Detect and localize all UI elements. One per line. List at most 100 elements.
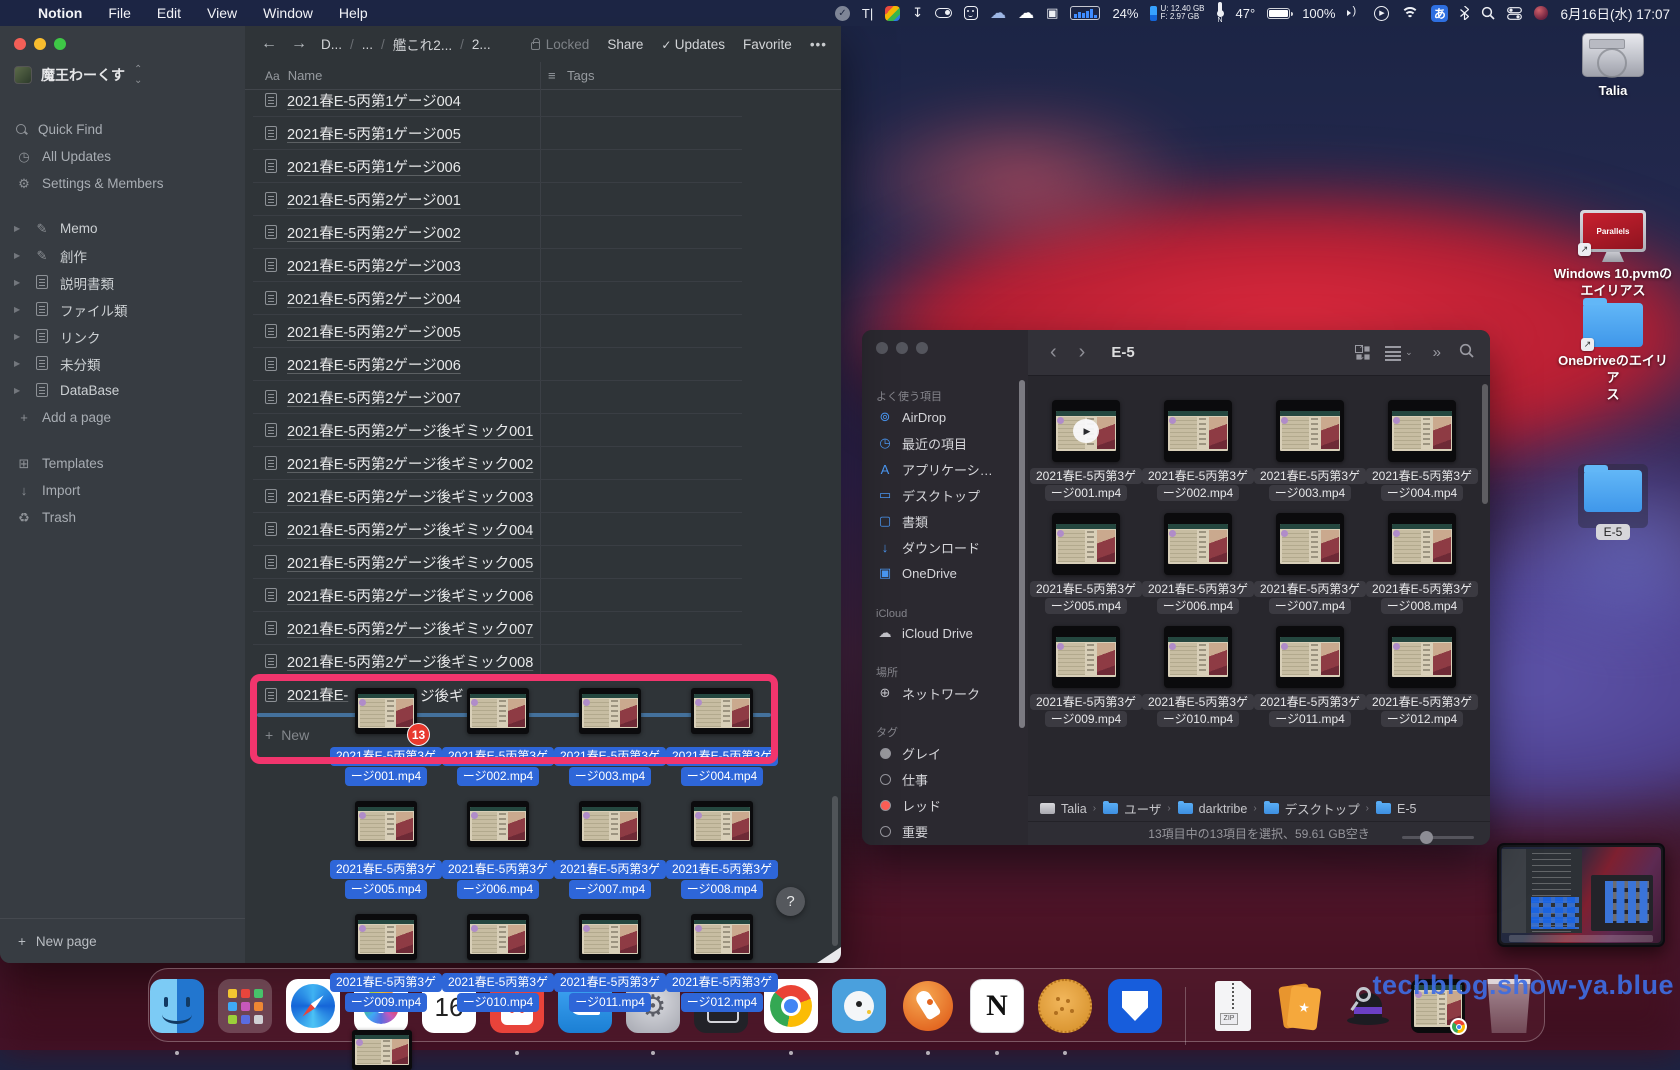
notion-table-row[interactable]: 2021春E-5丙第2ゲージ後ギミック001 (253, 414, 742, 447)
dock-finder-icon[interactable] (150, 979, 204, 1033)
updates-button[interactable]: ✓ Updates (661, 37, 725, 52)
cloud-app-icon[interactable]: ☁ (1018, 3, 1034, 23)
finder-file-item[interactable]: 2021春E-5丙第3ゲージ007.mp4 (1254, 505, 1366, 618)
finder-file-item[interactable]: 2021春E-5丙第3ゲージ003.mp4 (1254, 392, 1366, 505)
disclosure-triangle-icon[interactable]: ▶ (14, 278, 24, 287)
sidebar-utility-item[interactable]: ♻Trash (0, 504, 245, 531)
menu-clock[interactable]: 6月16日(水) 17:07 (1560, 3, 1670, 23)
finder-file-item[interactable]: 2021春E-5丙第3ゲージ009.mp4 (1030, 618, 1142, 731)
share-button[interactable]: Share (607, 37, 643, 52)
notion-table-row[interactable]: 2021春E-5丙第2ゲージ後ギミック006 (253, 579, 742, 612)
sidebar-page-item[interactable]: ▶ DataBase (0, 377, 245, 404)
notion-table-row[interactable]: 2021春E-5丙第2ゲージ001 (253, 183, 742, 216)
finder-file-item[interactable]: 2021春E-5丙第3ゲージ011.mp4 (1254, 618, 1366, 731)
sidebar-utility-item[interactable]: ↓Import (0, 477, 245, 504)
dock-tweetbot-icon[interactable] (832, 979, 886, 1033)
path-bar-item[interactable]: デスクトップ› (1264, 799, 1369, 818)
toggle-app-icon[interactable] (935, 8, 952, 18)
finder-file-item[interactable]: 2021春E-5丙第3ゲージ010.mp4 (1142, 618, 1254, 731)
search-icon[interactable] (1481, 6, 1495, 20)
dock-launchpad-icon[interactable] (218, 979, 272, 1033)
menu-item[interactable]: Help (339, 5, 368, 21)
locked-toggle[interactable]: Locked (531, 37, 590, 52)
sidebar-utility-item[interactable]: ⊞Templates (0, 450, 245, 477)
finder-sidebar-item[interactable]: ⊕ネットワーク (862, 680, 1028, 706)
finder-sidebar-item[interactable]: Aアプリケーシ… (862, 456, 1028, 482)
toolbar-more-icon[interactable]: » (1433, 344, 1439, 361)
onedrive-cloud-icon[interactable]: ☁ (990, 3, 1006, 23)
disclosure-triangle-icon[interactable]: ▶ (14, 386, 24, 395)
dragged-file-ghost[interactable]: 2021春E-5丙第3ゲージ005.mp4 (330, 795, 442, 908)
battery-icon[interactable] (1267, 8, 1290, 19)
notion-table-row[interactable]: 2021春E-5丙第1ゲージ004 (253, 84, 742, 117)
disclosure-triangle-icon[interactable]: ▶ (14, 305, 24, 314)
ime-input-badge[interactable]: あ (1431, 5, 1448, 22)
sidebar-page-item[interactable]: ▶ ✎ Memo (0, 215, 245, 242)
back-button[interactable]: ← (261, 35, 277, 53)
thermometer-icon[interactable]: N (1217, 2, 1224, 24)
finder-file-item[interactable]: 2021春E-5丙第3ゲージ006.mp4 (1142, 505, 1254, 618)
notion-table-row[interactable]: 2021春E-5丙第2ゲージ004 (253, 282, 742, 315)
notion-table-row[interactable]: 2021春E-5丙第2ゲージ006 (253, 348, 742, 381)
content-scrollbar[interactable] (1482, 384, 1488, 504)
dock-bitwarden-icon[interactable] (1108, 979, 1162, 1033)
icon-view-button[interactable]: ⌃⌄ (1355, 345, 1365, 360)
desktop-icon-onedrive-alias[interactable]: ↗ OneDriveのエイリアス (1553, 303, 1673, 403)
finder-sidebar-item[interactable]: ↓ダウンロード (862, 534, 1028, 560)
app-dot-icon[interactable] (1534, 6, 1548, 20)
icon-size-slider[interactable] (1402, 836, 1474, 839)
workspace-switcher[interactable]: 魔王わーくす ⌃⌄ (14, 64, 142, 86)
menu-item[interactable]: View (207, 5, 237, 21)
notion-table-row[interactable]: 2021春E-5丙第2ゲージ002 (253, 216, 742, 249)
screenshot-preview-thumbnail[interactable] (1497, 843, 1665, 947)
breadcrumb-item[interactable]: 2... (472, 37, 491, 52)
disclosure-triangle-icon[interactable]: ▶ (14, 251, 24, 260)
dragged-file-ghost[interactable]: 2021春E-5丙第3ゲージ007.mp4 (554, 795, 666, 908)
more-options-icon[interactable]: ••• (810, 37, 827, 52)
menu-item[interactable]: Edit (157, 5, 181, 21)
finder-file-item[interactable]: 2021春E-5丙第3ゲージ012.mp4 (1366, 618, 1478, 731)
finder-sidebar-tag[interactable]: 重要 (862, 818, 1028, 844)
finder-sidebar-item[interactable]: ◷最近の項目 (862, 430, 1028, 456)
sidebar-item-quick-find[interactable]: Quick Find (0, 116, 245, 143)
sidebar-page-item[interactable]: ▶ ✎ 創作 (0, 242, 245, 269)
menu-item[interactable]: File (108, 5, 131, 21)
path-bar-item[interactable]: E-5› (1376, 802, 1416, 816)
notion-table-row[interactable]: 2021春E-5丙第2ゲージ003 (253, 249, 742, 282)
control-center-icon[interactable] (1507, 7, 1522, 20)
finder-sidebar-tag[interactable]: 仕事 (862, 766, 1028, 792)
sidebar-page-item[interactable]: ▶ 未分類 (0, 350, 245, 377)
notion-table-row[interactable]: 2021春E-5丙第1ゲージ005 (253, 117, 742, 150)
dragged-file-ghost[interactable]: 2021春E-5丙第3ゲージ011.mp4 (554, 908, 666, 1021)
dock-rocket-app-icon[interactable] (901, 979, 955, 1033)
desktop-icon-talia[interactable]: Talia (1553, 33, 1673, 99)
bluetooth-icon[interactable] (1460, 6, 1469, 20)
notion-table-row[interactable]: 2021春E-5丙第2ゲージ後ギミック003 (253, 480, 742, 513)
sidebar-item-all-updates[interactable]: ◷All Updates (0, 143, 245, 170)
finder-file-item[interactable]: 2021春E-5丙第3ゲージ002.mp4 (1142, 392, 1254, 505)
path-bar-item[interactable]: Talia› (1040, 802, 1096, 816)
add-a-page-button[interactable]: +Add a page (0, 404, 245, 431)
palette-app-icon[interactable] (885, 6, 900, 21)
notion-table-row[interactable]: 2021春E-5丙第2ゲージ後ギミック004 (253, 513, 742, 546)
breadcrumb-item[interactable]: 艦これ2... (393, 34, 452, 54)
tags-column-header[interactable]: Tags (567, 68, 594, 83)
volume-icon[interactable] (1347, 7, 1362, 19)
finder-file-item[interactable]: 2021春E-5丙第3ゲージ005.mp4 (1030, 505, 1142, 618)
forward-button[interactable]: → (291, 35, 307, 53)
sidebar-page-item[interactable]: ▶ 説明書類 (0, 269, 245, 296)
sidebar-item-settings[interactable]: ⚙Settings & Members (0, 170, 245, 197)
finder-sidebar-item[interactable]: ▢書類 (862, 508, 1028, 534)
group-by-button[interactable]: ⌄ (1385, 346, 1413, 359)
new-page-button[interactable]: +New page (0, 918, 245, 963)
installer-icon[interactable]: ↧ (912, 5, 923, 21)
dock-tickets-app-icon[interactable]: ★ (1273, 979, 1327, 1033)
vertical-scrollbar[interactable] (832, 796, 838, 946)
dock-notion-icon[interactable]: N (970, 979, 1024, 1033)
window-controls[interactable] (876, 342, 928, 354)
notion-table-row[interactable]: 2021春E-5丙第2ゲージ007 (253, 381, 742, 414)
dock-cookie-app-icon[interactable] (1038, 979, 1092, 1033)
desktop-icon-e5[interactable]: E-5 (1553, 470, 1673, 541)
dragged-file-ghost[interactable]: 2021春E-5丙第3ゲージ010.mp4 (442, 908, 554, 1021)
dragged-file-ghost[interactable]: 2021春E-5丙第3ゲージ006.mp4 (442, 795, 554, 908)
